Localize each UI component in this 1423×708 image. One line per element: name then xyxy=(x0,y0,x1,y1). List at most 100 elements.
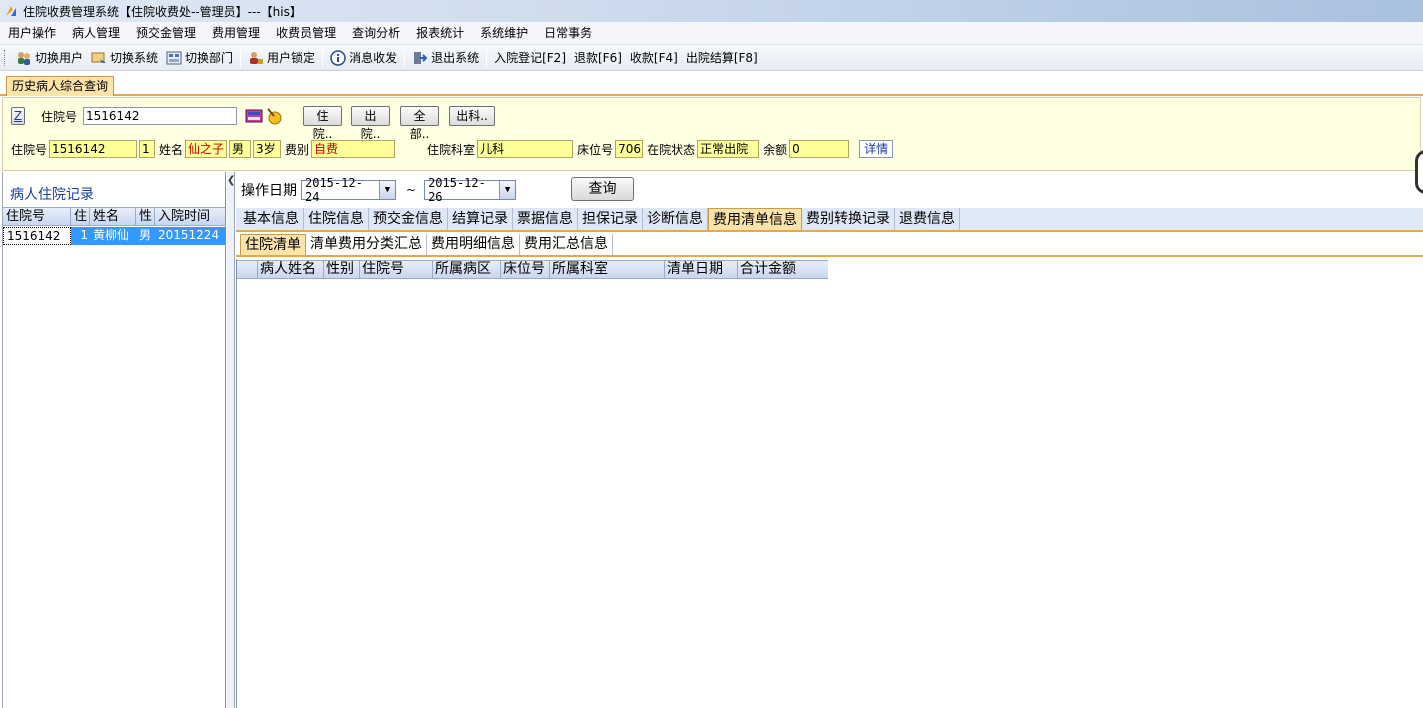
messages-button[interactable]: 消息收发 xyxy=(326,47,401,69)
department-icon xyxy=(166,51,182,64)
exit-icon xyxy=(414,51,428,64)
name-label: 姓名 xyxy=(159,142,184,157)
col-list-date[interactable]: 清单日期 xyxy=(665,261,738,278)
chevron-down-icon[interactable]: ▼ xyxy=(499,180,516,199)
dept-label: 住院科室 xyxy=(427,142,476,157)
switch-user-button[interactable]: 切换用户 xyxy=(12,47,87,69)
bed-field[interactable]: 706 xyxy=(615,140,644,158)
inpatient-no-field[interactable]: 1516142 xyxy=(49,140,138,158)
col-bed-no[interactable]: 床位号 xyxy=(501,261,550,278)
col-department[interactable]: 所属科室 xyxy=(550,261,665,278)
col-total-amount[interactable]: 合计金额 xyxy=(738,261,828,278)
toolbar-separator xyxy=(322,48,324,67)
menu-query-analysis[interactable]: 查询分析 xyxy=(344,22,408,45)
col-visit[interactable]: 住 xyxy=(71,208,90,225)
tab-fee-list-info[interactable]: 费用清单信息 xyxy=(708,208,802,230)
toolbar-separator xyxy=(486,48,488,67)
col-patient-name[interactable]: 病人姓名 xyxy=(258,261,324,278)
discharge-settle-button[interactable]: 出院结算[F8] xyxy=(682,47,762,69)
filter-discharged-button[interactable]: 出院.. xyxy=(351,106,391,141)
tab-settlement-records[interactable]: 结算记录 xyxy=(448,208,513,230)
tab-fee-type-conversion[interactable]: 费别转换记录 xyxy=(802,208,895,230)
admission-records-title: 病人住院记录 xyxy=(10,187,94,203)
window-title: 住院收费管理系统【住院收费处--管理员】---【his】 xyxy=(23,4,302,19)
tab-guarantee-records[interactable]: 担保记录 xyxy=(578,208,643,230)
filter-out-dept-button[interactable]: 出科.. xyxy=(449,106,496,126)
tab-history-patient-query[interactable]: 历史病人综合查询 xyxy=(6,76,115,96)
balance-label: 余额 xyxy=(763,142,788,157)
tab-deposit-info[interactable]: 预交金信息 xyxy=(369,208,448,230)
tab-refund-info[interactable]: 退费信息 xyxy=(895,208,960,230)
toolbar: 切换用户 切换系统 切换部门 用户锁定 消息收发 退出系统 入院登记[F2] 退… xyxy=(0,45,1423,71)
tab-fee-detail-info[interactable]: 费用明细信息 xyxy=(427,234,520,255)
inpatient-no-label: 住院号 xyxy=(11,142,48,157)
search-panel: Z 住院号 1516142 住院.. 出院.. 全部.. 出科.. 住院号 15… xyxy=(2,97,1421,171)
clear-broom-icon[interactable] xyxy=(265,107,283,125)
toolbar-grip[interactable] xyxy=(4,49,8,66)
menu-user-ops[interactable]: 用户操作 xyxy=(0,22,64,45)
status-field[interactable]: 正常出院 xyxy=(697,140,760,158)
fee-type-field[interactable]: 自费 xyxy=(311,140,396,158)
col-name[interactable]: 姓名 xyxy=(90,208,136,225)
admit-button[interactable]: 入院登记[F2] xyxy=(490,47,570,69)
menu-deposit-mgmt[interactable]: 预交金管理 xyxy=(128,22,204,45)
pane-splitter[interactable]: ❮ xyxy=(227,172,235,708)
search-row: Z 住院号 1516142 住院.. 出院.. 全部.. 出科.. xyxy=(11,106,496,141)
col-sex[interactable]: 性别 xyxy=(324,261,360,278)
menu-system-maint[interactable]: 系统维护 xyxy=(472,22,536,45)
age-field[interactable]: 3岁 xyxy=(253,140,282,158)
chevron-down-icon[interactable]: ▼ xyxy=(379,180,395,199)
inpatient-list-grid[interactable]: 病人姓名 性别 住院号 所属病区 床位号 所属科室 清单日期 合计金额 xyxy=(236,259,1423,708)
refund-button[interactable]: 退款[F6] xyxy=(570,47,626,69)
status-label: 在院状态 xyxy=(647,142,696,157)
collect-button[interactable]: 收款[F4] xyxy=(626,47,682,69)
collapse-left-icon[interactable]: ❮ xyxy=(227,175,235,186)
col-inpatient-no[interactable]: 住院号 xyxy=(3,208,71,225)
col-ward[interactable]: 所属病区 xyxy=(433,261,501,278)
menu-patient-mgmt[interactable]: 病人管理 xyxy=(64,22,128,45)
col-inpatient-no[interactable]: 住院号 xyxy=(360,261,433,278)
visit-count-field[interactable]: 1 xyxy=(139,140,156,158)
tab-inpatient-list[interactable]: 住院清单 xyxy=(240,234,306,255)
switch-dept-button[interactable]: 切换部门 xyxy=(162,47,237,69)
document-tabstrip: 历史病人综合查询 xyxy=(0,72,1423,96)
col-sex[interactable]: 性 xyxy=(136,208,155,225)
table-row[interactable]: 1516142 1 黄柳仙 男 20151224 xyxy=(3,227,225,245)
col-admit-time[interactable]: 入院时间 xyxy=(155,208,223,225)
tab-basic-info[interactable]: 基本信息 xyxy=(239,208,304,230)
users-icon xyxy=(18,51,30,65)
bed-label: 床位号 xyxy=(577,142,614,157)
search-inpatient-no-input[interactable]: 1516142 xyxy=(83,107,238,125)
cell-sex: 男 xyxy=(136,227,155,245)
cell-visit: 1 xyxy=(71,227,90,245)
lock-user-button[interactable]: 用户锁定 xyxy=(244,47,319,69)
filter-all-button[interactable]: 全部.. xyxy=(400,106,440,141)
date-from-picker[interactable]: 2015-12-24 ▼ xyxy=(301,176,396,204)
tab-receipt-info[interactable]: 票据信息 xyxy=(513,208,578,230)
switch-system-icon xyxy=(91,52,107,63)
fee-type-label: 费别 xyxy=(285,142,310,157)
dept-field[interactable]: 儿科 xyxy=(477,140,574,158)
tab-admission-info[interactable]: 住院信息 xyxy=(304,208,369,230)
edge-handle[interactable] xyxy=(1415,150,1423,194)
grid-header: 病人姓名 性别 住院号 所属病区 床位号 所属科室 清单日期 合计金额 xyxy=(237,260,828,279)
sex-field[interactable]: 男 xyxy=(229,140,252,158)
card-reader-icon[interactable] xyxy=(245,107,263,125)
query-button[interactable]: 查询 xyxy=(571,177,634,201)
menu-cashier-mgmt[interactable]: 收费员管理 xyxy=(268,22,344,45)
details-button[interactable]: 详情 xyxy=(859,140,894,158)
col-indicator[interactable] xyxy=(237,261,258,278)
tab-diagnosis-info[interactable]: 诊断信息 xyxy=(643,208,708,230)
switch-system-button[interactable]: 切换系统 xyxy=(87,47,162,69)
tab-fee-summary-info[interactable]: 费用汇总信息 xyxy=(520,234,613,255)
patient-name-field[interactable]: 仙之子 xyxy=(185,140,228,158)
date-to-picker[interactable]: 2015-12-26 ▼ xyxy=(424,176,517,204)
menu-daily-affairs[interactable]: 日常事务 xyxy=(536,22,600,45)
tab-list-category-summary[interactable]: 清单费用分类汇总 xyxy=(306,234,427,255)
filter-admitted-button[interactable]: 住院.. xyxy=(303,106,343,141)
menu-fee-mgmt[interactable]: 费用管理 xyxy=(204,22,268,45)
exit-system-button[interactable]: 退出系统 xyxy=(408,47,483,69)
z-button[interactable]: Z xyxy=(11,107,25,125)
menu-reports[interactable]: 报表统计 xyxy=(408,22,472,45)
balance-field[interactable]: 0 xyxy=(789,140,850,158)
